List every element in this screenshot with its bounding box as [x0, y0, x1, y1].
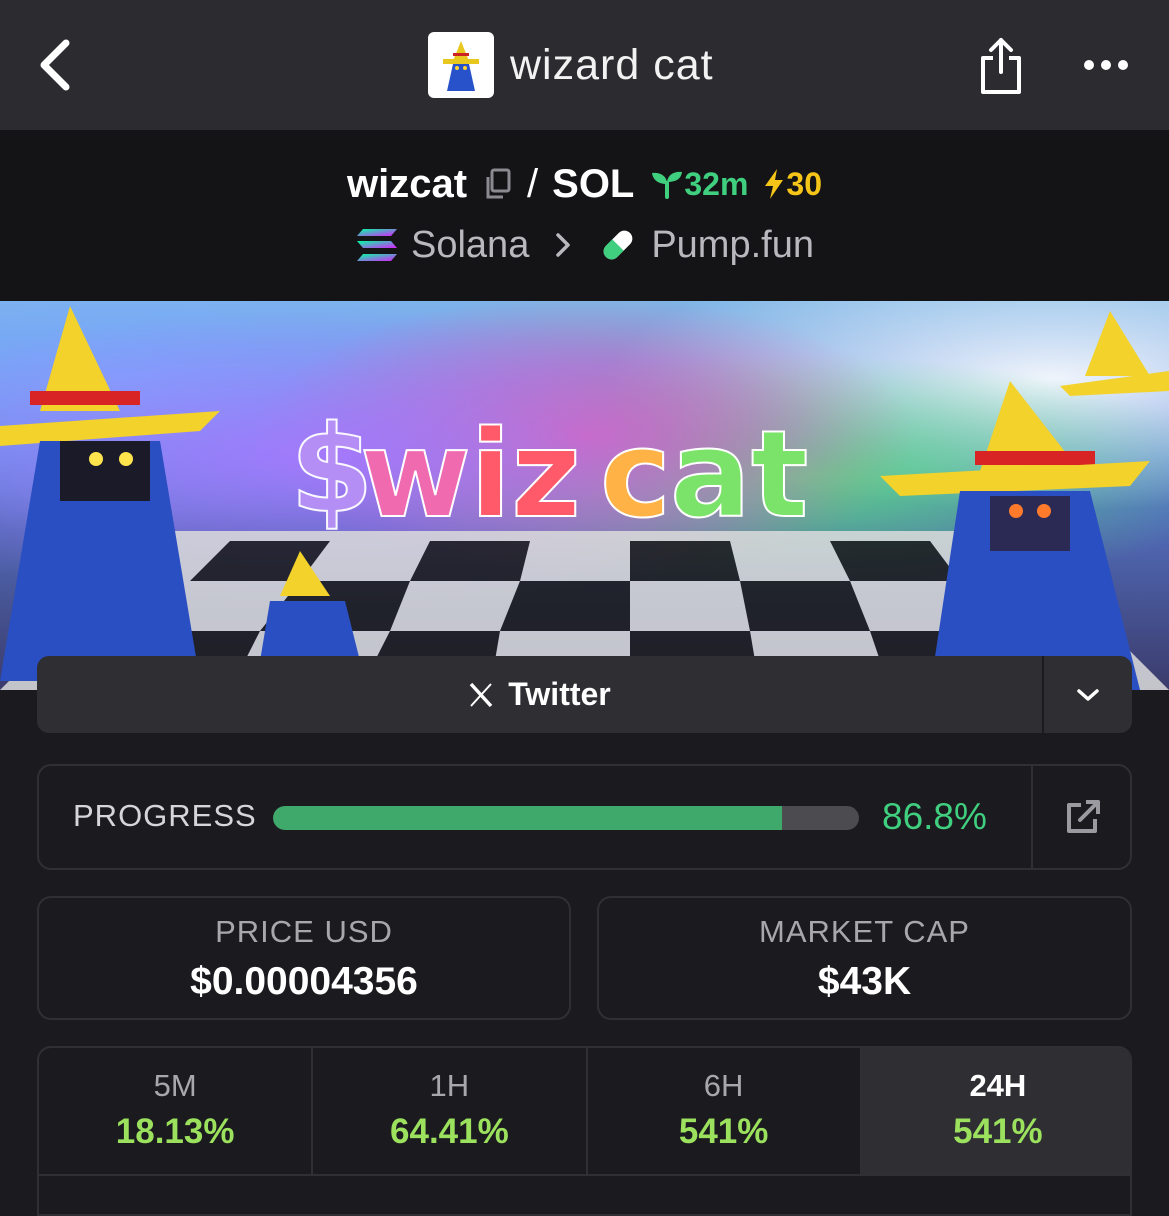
- external-link-icon: [1066, 800, 1100, 833]
- pair-separator: /: [527, 161, 539, 206]
- chevron-down-icon: [1077, 688, 1099, 701]
- x-logo-icon: [468, 682, 494, 708]
- pair-info-row: wizcat / SOL 32m 30: [0, 158, 1169, 210]
- price-change-tabs: 5M 18.13% 1H 64.41% 6H 541% 24H 541%: [37, 1046, 1132, 1216]
- more-socials-dropdown[interactable]: [1042, 656, 1132, 733]
- tab-label: 1H: [429, 1068, 470, 1103]
- share-button[interactable]: [970, 30, 1032, 100]
- share-icon: [981, 38, 1021, 94]
- market-cap-value: $43K: [817, 960, 912, 1003]
- tab-label: 6H: [703, 1068, 744, 1103]
- twitter-label: Twitter: [508, 676, 611, 712]
- sprout-icon: [652, 171, 683, 199]
- svg-text:at: at: [670, 406, 808, 545]
- copy-icon: [486, 168, 511, 199]
- svg-text:iz: iz: [470, 406, 581, 545]
- more-options-button[interactable]: [1076, 40, 1136, 90]
- token-title: wizard cat: [428, 32, 714, 98]
- boost-badge[interactable]: 30: [762, 166, 822, 203]
- base-token-symbol: wizcat: [346, 161, 468, 206]
- price-change-value: 18.13%: [115, 1112, 235, 1151]
- tab-label: 5M: [153, 1068, 197, 1103]
- twitter-button[interactable]: Twitter: [37, 656, 1042, 733]
- bonding-curve-progress: PROGRESS 86.8%: [37, 764, 1132, 870]
- top-navigation-bar: wizard cat: [0, 0, 1169, 130]
- divider: [39, 1174, 1130, 1176]
- progress-value: 86.8%: [882, 796, 987, 837]
- price-change-value: 541%: [678, 1112, 769, 1151]
- social-links-bar: Twitter: [37, 656, 1132, 733]
- svg-text:c: c: [600, 406, 671, 545]
- copy-address-button[interactable]: [483, 168, 511, 200]
- price-change-value: 64.41%: [390, 1112, 509, 1151]
- back-button[interactable]: [30, 30, 80, 100]
- progress-bar: [273, 806, 859, 830]
- token-avatar: [428, 32, 494, 98]
- tab-label: 24H: [969, 1068, 1027, 1103]
- solana-icon: [355, 227, 399, 263]
- tab-6h[interactable]: 6H 541%: [588, 1048, 862, 1174]
- lightning-icon: [765, 169, 784, 199]
- chevron-right-icon: [555, 232, 571, 258]
- tab-5m[interactable]: 5M 18.13%: [39, 1048, 314, 1174]
- banner-artwork: $ w iz c at: [0, 306, 1169, 690]
- tab-24h[interactable]: 24H 541%: [861, 1048, 1130, 1174]
- pair-age-text: 32m: [684, 165, 749, 202]
- progress-label: PROGRESS: [73, 798, 257, 833]
- pill-icon: [597, 224, 639, 266]
- price-usd-card: PRICE USD $0.00004356: [37, 896, 571, 1020]
- market-cap-card: MARKET CAP $43K: [597, 896, 1132, 1020]
- boost-count: 30: [786, 165, 823, 202]
- dex-name[interactable]: Pump.fun: [651, 224, 814, 267]
- svg-text:w: w: [360, 406, 471, 545]
- page-title: wizard cat: [510, 40, 714, 89]
- token-banner-image: $ w iz c at: [0, 301, 1169, 690]
- progress-bar-fill: [273, 806, 782, 830]
- chain-breadcrumb: Solana Pump.fun: [0, 220, 1169, 270]
- quote-token-symbol: SOL: [552, 161, 635, 206]
- price-usd-value: $0.00004356: [190, 960, 418, 1003]
- more-horizontal-icon: [1084, 60, 1128, 70]
- market-cap-label: MARKET CAP: [759, 914, 970, 949]
- chevron-left-icon: [40, 39, 70, 91]
- price-usd-label: PRICE USD: [215, 914, 393, 949]
- open-external-button[interactable]: [1031, 766, 1132, 868]
- pair-age-badge: 32m: [650, 166, 748, 203]
- pair-header: [0, 130, 1169, 301]
- tab-1h[interactable]: 1H 64.41%: [313, 1048, 588, 1174]
- chain-name[interactable]: Solana: [411, 224, 529, 267]
- price-change-value: 541%: [953, 1112, 1043, 1151]
